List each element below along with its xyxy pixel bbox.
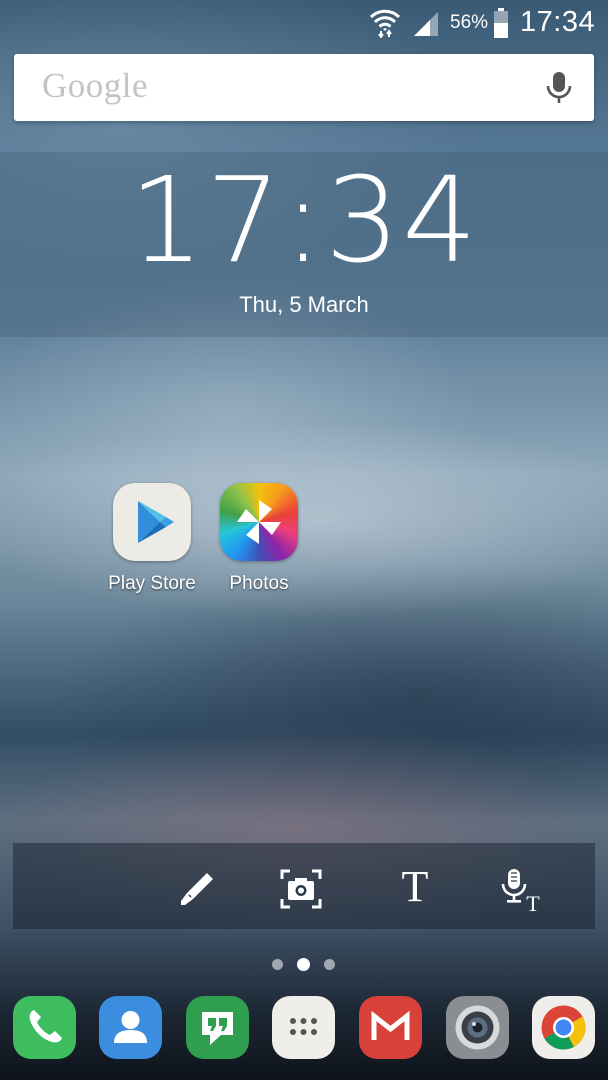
phone-icon[interactable] xyxy=(13,996,76,1059)
voice-to-text-icon[interactable]: T xyxy=(499,867,543,911)
text-icon[interactable]: T xyxy=(393,863,437,911)
status-bar[interactable]: 56% 17:34 xyxy=(0,0,608,48)
clock-widget[interactable]: 17:34 Thu, 5 March xyxy=(0,152,608,337)
photos-icon xyxy=(220,483,298,561)
page-dot[interactable] xyxy=(324,959,335,970)
app-label: Play Store xyxy=(108,573,196,594)
signal-icon xyxy=(414,12,438,36)
chrome-icon[interactable] xyxy=(532,996,595,1059)
google-search-bar[interactable]: Google xyxy=(14,54,594,121)
contacts-icon[interactable] xyxy=(99,996,162,1059)
play-store-icon xyxy=(113,483,191,561)
hangouts-icon[interactable] xyxy=(186,996,249,1059)
gmail-icon[interactable] xyxy=(359,996,422,1059)
battery-icon xyxy=(494,8,508,38)
svg-text:T: T xyxy=(526,891,540,911)
pen-icon[interactable] xyxy=(175,867,219,911)
app-label: Photos xyxy=(229,573,289,594)
page-dot[interactable] xyxy=(272,959,283,970)
clock-date: Thu, 5 March xyxy=(239,292,369,317)
status-time: 17:34 xyxy=(520,6,596,38)
page-indicator xyxy=(0,958,608,973)
google-logo: Google xyxy=(42,66,149,105)
page-dot-active[interactable] xyxy=(297,958,310,971)
app-play-store[interactable]: Play Store xyxy=(97,483,207,595)
screen-capture-icon[interactable] xyxy=(279,867,323,911)
app-drawer-icon[interactable] xyxy=(272,996,335,1059)
clock-time: 17:34 xyxy=(128,151,480,289)
app-photos[interactable]: Photos xyxy=(204,483,314,595)
battery-percent: 56% xyxy=(450,12,489,33)
camera-icon[interactable] xyxy=(446,996,509,1059)
pen-toolbar: T T xyxy=(13,843,595,929)
mic-icon[interactable] xyxy=(544,70,574,106)
dock xyxy=(0,996,608,1060)
wifi-icon xyxy=(369,9,401,38)
